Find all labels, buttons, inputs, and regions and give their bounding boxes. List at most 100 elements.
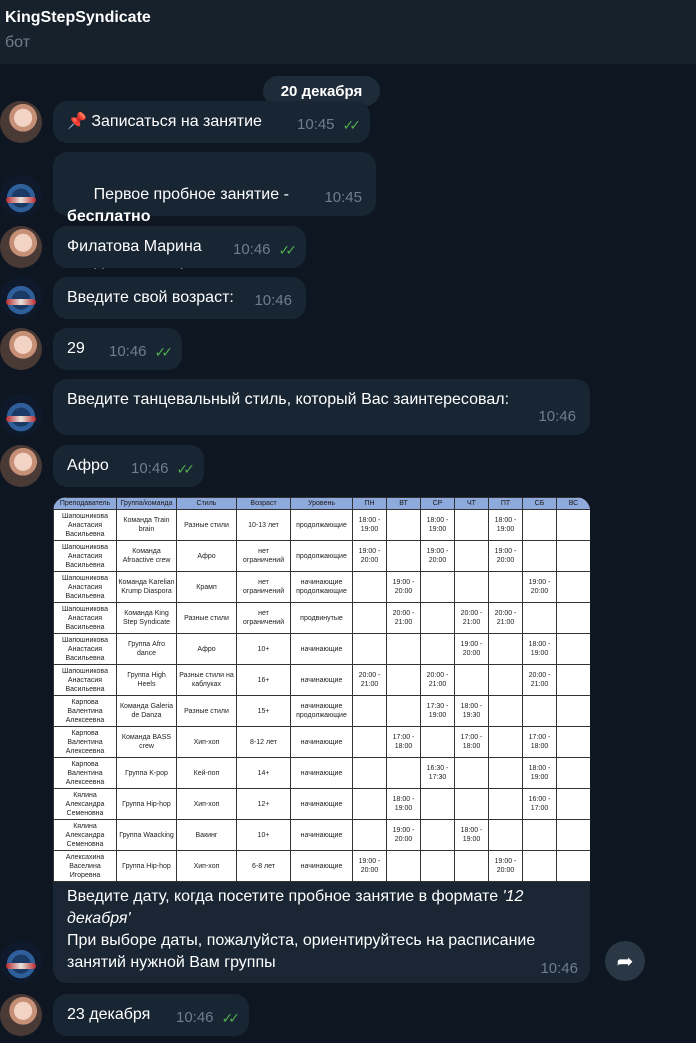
table-cell: 19:00 - 20:00 <box>420 540 455 572</box>
double-check-icon: ✓✓ <box>176 461 196 477</box>
table-cell <box>420 819 455 851</box>
table-row: Карпова Валентина Алексеевна Команда BASS… <box>53 726 590 758</box>
table-cell: Вакинг <box>176 819 237 851</box>
table-row: Кялина Александра Семеновна Группа Waacki… <box>53 819 590 851</box>
table-cell: Команда BASS crew <box>116 726 177 758</box>
table-cell: 18:00 - 19:00 <box>454 819 489 851</box>
table-cell: 8-12 лет <box>236 726 291 758</box>
table-cell: 14+ <box>236 757 291 789</box>
table-cell: 16+ <box>236 664 291 696</box>
table-cell <box>454 664 489 696</box>
table-cell: Команда Galeria de Danza <box>116 695 177 727</box>
table-cell: продвинутые <box>290 602 353 634</box>
table-row: Карпова Валентина Алексеевна Группа K-pop… <box>53 757 590 789</box>
bot-avatar[interactable] <box>0 277 42 319</box>
table-cell <box>556 664 590 696</box>
table-cell <box>556 695 590 727</box>
column-header: Преподаватель <box>53 497 117 510</box>
incoming-message[interactable]: Введите свой возраст: 10:46 <box>53 277 306 319</box>
double-check-icon: ✓✓ <box>278 242 298 258</box>
message-meta: 10:46 ✓✓ <box>176 1007 241 1029</box>
table-cell <box>352 571 387 603</box>
schedule-table[interactable]: Преподаватель Группа/команда Стиль Возра… <box>53 497 590 882</box>
outgoing-message[interactable]: Афро 10:46 ✓✓ <box>53 445 204 487</box>
table-cell: 19:00 - 20:00 <box>352 850 387 882</box>
table-cell: начинающие <box>290 664 353 696</box>
table-cell <box>556 509 590 541</box>
double-check-icon: ✓✓ <box>221 1010 241 1026</box>
user-avatar[interactable] <box>0 994 42 1036</box>
outgoing-message[interactable]: Филатова Марина 10:46 ✓✓ <box>53 226 306 268</box>
table-cell: начинающие продолжающие <box>290 695 353 727</box>
table-cell: Хип-хоп <box>176 788 237 820</box>
table-row: Карпова Валентина Алексеевна Команда Gale… <box>53 695 590 727</box>
message-time: 10:46 <box>232 241 271 258</box>
table-cell: Кялина Александра Семеновна <box>53 819 117 851</box>
table-cell: 20:00 - 21:00 <box>522 664 557 696</box>
chat-header[interactable]: KingStepSyndicate бот <box>0 0 696 64</box>
table-cell: 20:00 - 21:00 <box>352 664 387 696</box>
table-cell: 19:00 - 20:00 <box>522 571 557 603</box>
table-cell <box>352 726 387 758</box>
message-meta: 10:46 ✓✓ <box>232 239 298 261</box>
table-cell: 18:00 - 19:00 <box>420 509 455 541</box>
table-cell: 19:00 - 20:00 <box>386 819 421 851</box>
table-cell <box>556 757 590 789</box>
table-row: Алексахина Васелина Игоревна Группа Hip-h… <box>53 850 590 882</box>
message-meta: 10:46 <box>538 406 576 428</box>
bot-avatar[interactable] <box>0 394 42 436</box>
table-cell: нет ограничений <box>236 602 291 634</box>
double-check-icon: ✓✓ <box>154 344 174 360</box>
incoming-message[interactable]: Введите танцевальный стиль, который Вас … <box>53 379 590 435</box>
message-time: 10:46 <box>130 460 169 477</box>
table-cell: 17:00 - 18:00 <box>386 726 421 758</box>
double-check-icon: ✓✓ <box>342 117 362 133</box>
table-cell: начинающие <box>290 850 353 882</box>
table-cell <box>454 509 489 541</box>
message-text: Филатова Марина <box>67 238 202 255</box>
table-cell <box>386 850 421 882</box>
message-time: 10:46 <box>540 960 578 977</box>
user-avatar[interactable] <box>0 101 42 143</box>
bot-avatar[interactable] <box>0 941 42 983</box>
column-header: Возраст <box>236 497 291 510</box>
table-cell: нет ограничений <box>236 571 291 603</box>
message-time: 10:46 <box>254 292 292 309</box>
message-text-bold: бесплатно <box>67 208 151 225</box>
table-cell <box>522 602 557 634</box>
table-cell: 18:00 - 19:00 <box>488 509 523 541</box>
column-header: Группа/команда <box>116 497 177 510</box>
table-cell <box>488 664 523 696</box>
table-cell <box>556 850 590 882</box>
user-avatar[interactable] <box>0 226 42 268</box>
outgoing-message[interactable]: 📌 Записаться на занятие 10:45 ✓✓ <box>53 101 370 143</box>
table-cell: Кей-поп <box>176 757 237 789</box>
caption-text: Введите дату, когда посетите пробное зан… <box>67 888 503 905</box>
bot-avatar[interactable] <box>0 175 42 217</box>
table-cell: начинающие <box>290 788 353 820</box>
table-cell: начинающие <box>290 726 353 758</box>
table-cell <box>556 540 590 572</box>
incoming-message[interactable]: Первое пробное занятие - бесплатно Введи… <box>53 152 376 269</box>
table-cell <box>454 571 489 603</box>
message-text: Введите свой возраст: <box>67 289 234 306</box>
user-avatar[interactable] <box>0 445 42 487</box>
schedule-message[interactable]: Преподаватель Группа/команда Стиль Возра… <box>53 497 590 983</box>
table-cell: Команда King Step Syndicate <box>116 602 177 634</box>
table-cell: 16:30 - 17:30 <box>420 757 455 789</box>
table-cell <box>352 819 387 851</box>
table-cell: 18:00 - 19:00 <box>522 757 557 789</box>
table-cell <box>488 571 523 603</box>
message-text: Введите танцевальный стиль, который Вас … <box>67 391 510 408</box>
user-avatar[interactable] <box>0 328 42 370</box>
message-text: 29 <box>67 340 85 357</box>
table-cell: Команда Afroactive crew <box>116 540 177 572</box>
message-time: 10:45 <box>296 116 335 133</box>
message-list[interactable]: 20 декабря 📌 Записаться на занятие 10:45… <box>0 64 696 1043</box>
outgoing-message[interactable]: 23 декабря 10:46 ✓✓ <box>53 994 249 1036</box>
table-cell <box>556 571 590 603</box>
outgoing-message[interactable]: 29 10:46 ✓✓ <box>53 328 182 370</box>
table-cell: Группа Hip-hop <box>116 850 177 882</box>
table-cell: 12+ <box>236 788 291 820</box>
forward-button[interactable]: ➦ <box>605 941 645 981</box>
